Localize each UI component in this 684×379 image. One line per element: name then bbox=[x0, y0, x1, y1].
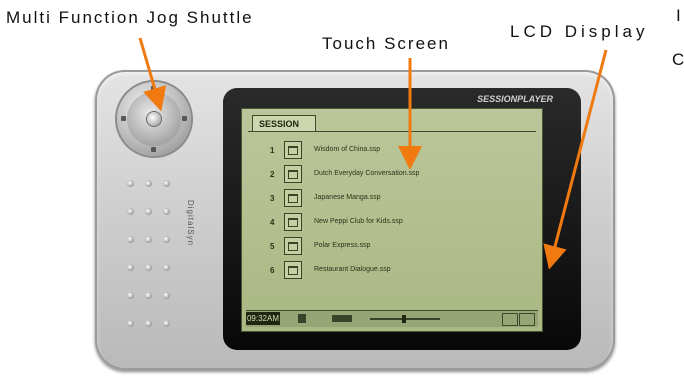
jog-arrow bbox=[138, 37, 167, 112]
callout-arrows bbox=[138, 37, 608, 270]
lcd-arrow bbox=[543, 49, 608, 270]
